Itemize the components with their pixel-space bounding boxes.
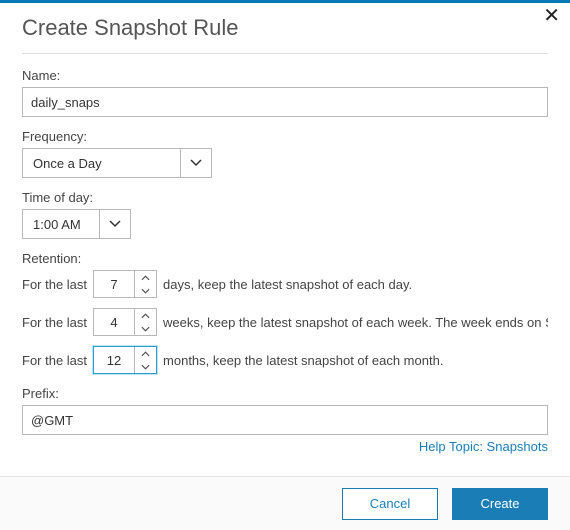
time-field: Time of day: 1:00 AM	[22, 190, 548, 239]
chevron-up-icon	[141, 275, 150, 281]
frequency-label: Frequency:	[22, 129, 548, 144]
dialog-content: Create Snapshot Rule Name: Frequency: On…	[0, 3, 570, 454]
retention-section: Retention: For the last days, keep the l…	[22, 251, 548, 374]
frequency-selected: Once a Day	[23, 149, 181, 177]
retention-suffix: weeks, keep the latest snapshot of each …	[163, 315, 548, 330]
time-selected: 1:00 AM	[23, 210, 100, 238]
retention-months-stepper[interactable]	[93, 346, 157, 374]
stepper-up[interactable]	[135, 271, 156, 284]
frequency-caret[interactable]	[181, 149, 211, 177]
chevron-down-icon	[109, 218, 121, 230]
retention-weeks-stepper[interactable]	[93, 308, 157, 336]
retention-prefix: For the last	[22, 353, 87, 368]
frequency-select[interactable]: Once a Day	[22, 148, 212, 178]
retention-prefix: For the last	[22, 315, 87, 330]
chevron-down-icon	[141, 326, 150, 332]
prefix-input[interactable]	[22, 405, 548, 435]
retention-suffix: days, keep the latest snapshot of each d…	[163, 277, 548, 292]
stepper-down[interactable]	[135, 360, 156, 373]
close-button[interactable]: ✕	[543, 6, 560, 26]
name-label: Name:	[22, 68, 548, 83]
stepper-up[interactable]	[135, 347, 156, 360]
retention-weeks-input[interactable]	[94, 309, 134, 335]
help-link[interactable]: Help Topic: Snapshots	[419, 439, 548, 454]
dialog-title: Create Snapshot Rule	[22, 15, 548, 41]
time-caret[interactable]	[100, 210, 130, 238]
stepper-up[interactable]	[135, 309, 156, 322]
divider	[22, 53, 548, 54]
name-field: Name:	[22, 68, 548, 117]
prefix-field: Prefix:	[22, 386, 548, 435]
retention-row-months: For the last months, keep the latest sna…	[22, 346, 548, 374]
chevron-up-icon	[141, 351, 150, 357]
retention-row-weeks: For the last weeks, keep the latest snap…	[22, 308, 548, 336]
chevron-down-icon	[190, 157, 202, 169]
frequency-field: Frequency: Once a Day	[22, 129, 548, 178]
chevron-down-icon	[141, 364, 150, 370]
close-icon: ✕	[543, 5, 560, 27]
stepper-down[interactable]	[135, 284, 156, 297]
stepper-arrows[interactable]	[134, 309, 156, 335]
retention-months-input[interactable]	[94, 347, 134, 373]
retention-prefix: For the last	[22, 277, 87, 292]
time-select[interactable]: 1:00 AM	[22, 209, 131, 239]
retention-days-input[interactable]	[94, 271, 134, 297]
create-button[interactable]: Create	[452, 488, 548, 520]
chevron-up-icon	[141, 313, 150, 319]
prefix-label: Prefix:	[22, 386, 548, 401]
dialog-footer: Cancel Create	[0, 476, 570, 530]
name-input[interactable]	[22, 87, 548, 117]
help-link-row: Help Topic: Snapshots	[22, 439, 548, 454]
chevron-down-icon	[141, 288, 150, 294]
time-label: Time of day:	[22, 190, 548, 205]
retention-suffix: months, keep the latest snapshot of each…	[163, 353, 548, 368]
cancel-button[interactable]: Cancel	[342, 488, 438, 520]
stepper-arrows[interactable]	[134, 347, 156, 373]
retention-row-days: For the last days, keep the latest snaps…	[22, 270, 548, 298]
stepper-down[interactable]	[135, 322, 156, 335]
retention-label: Retention:	[22, 251, 548, 266]
retention-days-stepper[interactable]	[93, 270, 157, 298]
stepper-arrows[interactable]	[134, 271, 156, 297]
